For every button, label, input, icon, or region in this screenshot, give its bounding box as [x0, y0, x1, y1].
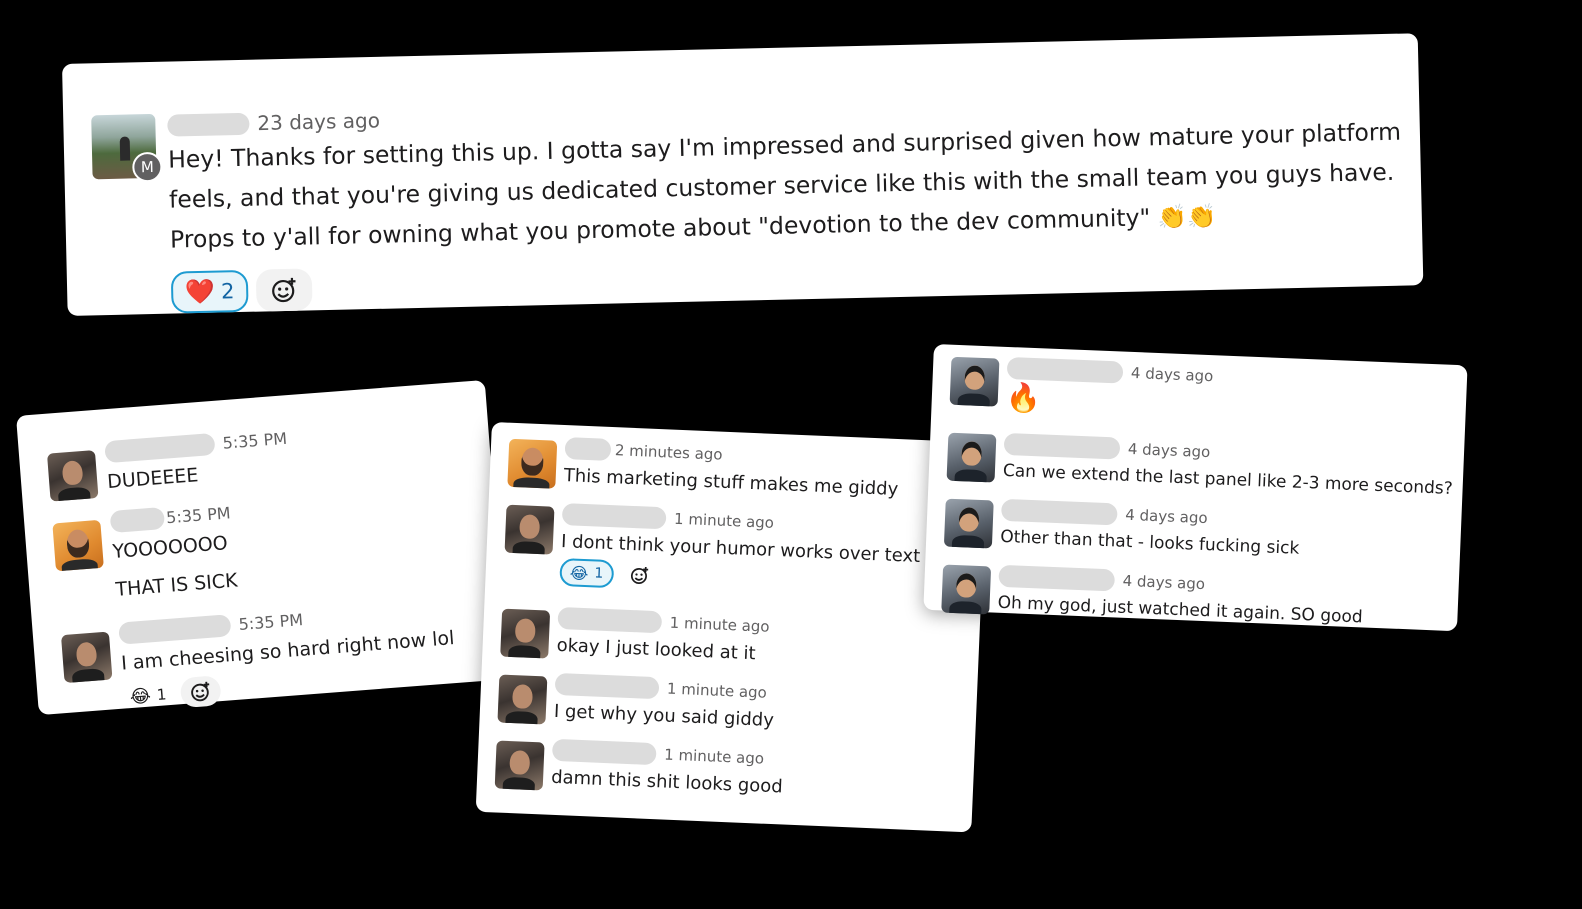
add-reaction-icon [272, 277, 296, 302]
timestamp[interactable]: 4 days ago [1128, 440, 1211, 461]
add-reaction-icon [190, 681, 209, 702]
avatar[interactable] [507, 438, 558, 489]
laugh-reaction-button[interactable]: 😂 1 [559, 557, 614, 589]
add-reaction-button[interactable] [179, 675, 222, 709]
redacted-username [1000, 498, 1118, 526]
workspace-badge: M [132, 151, 163, 183]
heart-emoji-icon: ❤️ [184, 277, 216, 306]
right-thread-card: 4 days ago 🔥 4 days ago Can we extend th… [923, 344, 1468, 632]
avatar[interactable] [500, 608, 551, 659]
avatar[interactable] [52, 519, 104, 572]
top-message-card: M 23 days ago Hey! Thanks for setting th… [62, 33, 1424, 316]
timestamp[interactable]: 4 days ago [1131, 364, 1214, 385]
avatar[interactable] [46, 450, 99, 502]
avatar[interactable] [494, 740, 545, 791]
message-body: Hey! Thanks for setting this up. I gotta… [168, 111, 1420, 259]
avatar[interactable] [504, 504, 555, 555]
redacted-username [998, 564, 1116, 592]
timestamp[interactable]: 23 days ago [257, 108, 380, 135]
redacted-username [557, 606, 663, 634]
redacted-username [1003, 432, 1121, 460]
redacted-username [167, 112, 250, 137]
laugh-reaction-button[interactable]: 😂 1 [123, 681, 173, 710]
redacted-username [551, 738, 657, 766]
avatar[interactable] [949, 356, 1000, 407]
redacted-username [554, 672, 660, 700]
redacted-username [564, 437, 612, 461]
timestamp[interactable]: 2 minutes ago [615, 441, 723, 463]
left-thread-card: 5:35 PM DUDEEEE 5:35 PM YOOOOOOO THAT IS… [16, 379, 508, 716]
redacted-username [109, 506, 166, 534]
avatar[interactable] [941, 564, 992, 615]
avatar[interactable] [943, 498, 994, 549]
avatar[interactable] [946, 432, 997, 483]
add-reaction-button[interactable] [621, 561, 658, 590]
redacted-username [118, 614, 232, 645]
heart-reaction-button[interactable]: ❤️ 2 [170, 269, 249, 314]
add-reaction-button[interactable] [255, 267, 313, 312]
timestamp[interactable]: 1 minute ago [674, 510, 775, 532]
redacted-username [1006, 356, 1124, 384]
redacted-username [561, 503, 667, 530]
timestamp[interactable]: 4 days ago [1122, 572, 1205, 593]
middle-thread-card: 2 minutes ago This marketing stuff makes… [475, 422, 988, 833]
reaction-count: 2 [220, 278, 235, 303]
timestamp[interactable]: 1 minute ago [667, 680, 768, 702]
avatar[interactable] [60, 631, 113, 684]
timestamp[interactable]: 1 minute ago [664, 746, 765, 768]
reaction-count: 1 [156, 685, 168, 704]
tears-of-joy-emoji-icon: 😂 [569, 562, 589, 583]
reaction-count: 1 [594, 565, 604, 582]
avatar[interactable] [497, 674, 548, 725]
timestamp[interactable]: 1 minute ago [669, 614, 770, 636]
timestamp[interactable]: 5:35 PM [166, 503, 232, 527]
tears-of-joy-emoji-icon: 😂 [129, 685, 152, 708]
redacted-username [104, 432, 216, 464]
timestamp[interactable]: 4 days ago [1125, 506, 1208, 527]
timestamp[interactable]: 5:35 PM [222, 429, 288, 453]
timestamp[interactable]: 5:35 PM [238, 610, 304, 634]
add-reaction-icon [630, 566, 648, 584]
